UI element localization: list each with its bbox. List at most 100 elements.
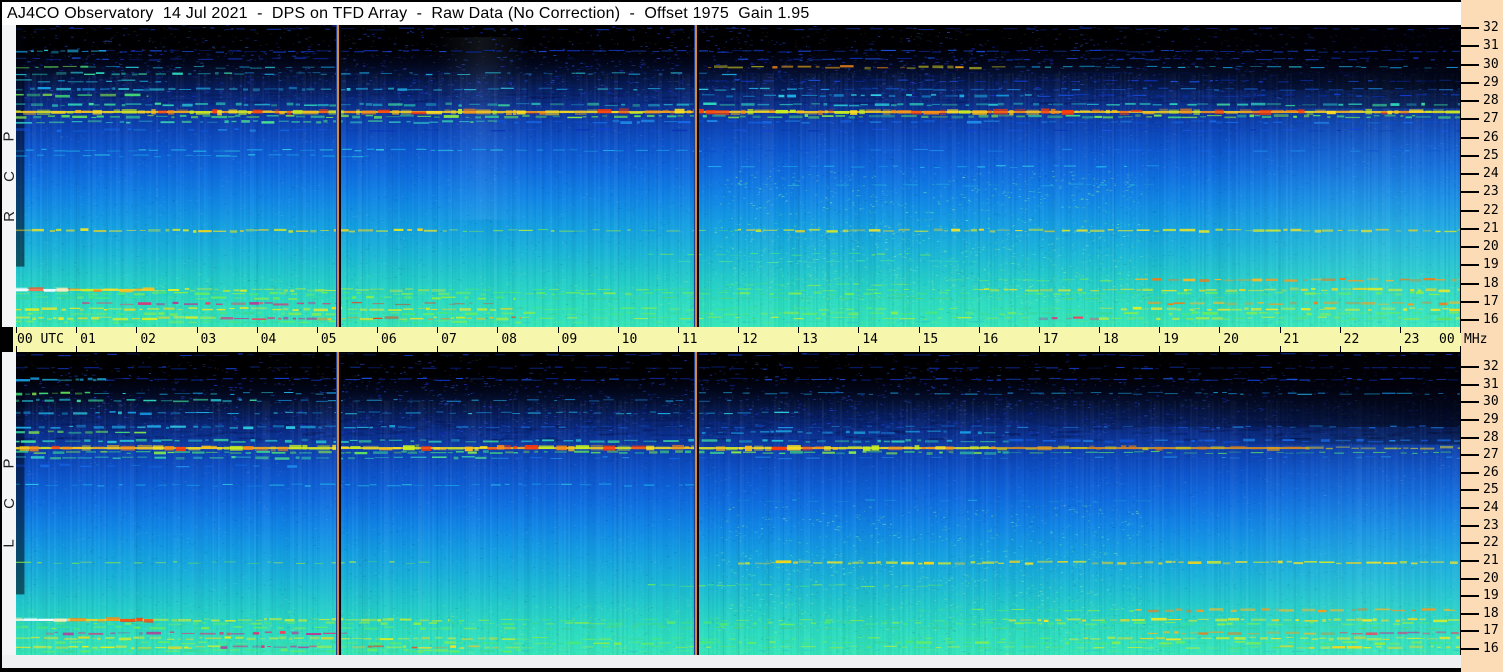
time-label: 06 [381,332,397,347]
time-tick [316,327,318,333]
freq-tick [1461,137,1479,139]
time-label: 04 [260,332,277,347]
freq-tick [1461,64,1479,66]
time-tick [798,327,800,333]
panel-label-letter: P [0,458,18,469]
time-label: 00 UTC [17,332,64,347]
panel-label-letter: C [0,170,18,182]
time-tick [377,327,378,333]
lcp-panel-label: P C L [0,352,18,655]
time-label: 20 [1223,332,1239,347]
time-tick [557,327,559,333]
time-tick [1099,327,1100,333]
time-tick [1279,327,1281,333]
freq-label: 17 [1483,623,1499,638]
time-label: 07 [441,332,457,347]
freq-tick [1461,595,1479,597]
time-tick [1339,327,1341,333]
freq-tick [1461,100,1479,102]
panel-label-letter: L [0,539,18,548]
freq-label: 23 [1483,518,1499,533]
time-label: 02 [140,332,156,347]
freq-label: 24 [1483,500,1499,515]
freq-label: 22 [1483,535,1499,550]
freq-tick [1461,82,1479,84]
time-label: 10 [621,332,638,347]
time-tick [256,327,258,333]
freq-tick [1461,173,1479,175]
freq-tick [1461,319,1479,321]
freq-label: 18 [1483,276,1499,291]
time-tick [497,327,499,333]
freq-tick [1461,118,1479,120]
freq-label: 28 [1483,430,1499,445]
freq-tick [1461,246,1479,248]
freq-tick [1461,45,1479,47]
time-label: 18 [1103,332,1119,347]
freq-label: 31 [1483,38,1499,53]
freq-tick [1461,27,1479,29]
freq-tick [1461,419,1479,421]
freq-label: 30 [1483,57,1499,72]
freq-tick [1461,578,1479,580]
time-label: 08 [501,332,517,347]
time-tick [136,327,138,333]
time-tick [437,327,439,333]
freq-tick [1461,210,1479,212]
time-axis: 00 UTC 01 02 03 04 05 06 07 08 09 10 11 12 13 14 15 16 17… [13,327,1461,352]
panel-label-letter: C [0,498,18,509]
time-label: 15 [922,332,939,347]
freq-label: 21 [1483,221,1499,236]
freq-tick [1461,155,1479,157]
freq-tick [1461,560,1479,562]
time-label: 00 [1439,332,1455,347]
rcp-spectrogram [16,25,1460,327]
freq-label: 22 [1483,203,1499,218]
freq-label: 20 [1483,239,1499,254]
freq-label: 25 [1483,148,1499,163]
time-label: 01 [80,332,96,347]
time-label: 03 [200,332,217,347]
freq-label: 32 [1483,359,1499,374]
time-label: 11 [681,332,698,347]
panel-label-letter: P [0,130,18,142]
time-tick [738,327,739,333]
freq-label: 21 [1483,553,1499,568]
freq-label: 16 [1483,312,1499,327]
freq-label: 24 [1483,166,1499,181]
freq-tick [1461,401,1479,403]
time-label: 12 [742,332,758,347]
freq-label: 25 [1483,482,1499,497]
bottom-margin [2,655,1461,668]
frequency-scale: MHz 32 31 30 29 28 27 26 25 24 23 22 21 20 19 18 17 16 32… [1461,0,1503,672]
time-label: 19 [1163,332,1179,347]
time-label: 22 [1343,332,1360,347]
time-tick [1159,327,1161,333]
panel-label-letter: R [0,210,18,222]
freq-tick [1461,264,1479,266]
spectrogram-viewer: AJ4CO Observatory 14 Jul 2021 - DPS on T… [0,0,1503,672]
freq-tick [1461,384,1479,386]
rcp-panel-label: P C R [0,25,18,327]
time-tick [978,327,980,333]
time-tick [677,327,679,333]
time-label: 09 [561,332,578,347]
freq-tick [1461,648,1479,650]
freq-label: 17 [1483,294,1499,309]
freq-tick [1461,613,1479,615]
time-tick [1399,327,1401,333]
freq-label: 26 [1483,465,1499,480]
mhz-unit-label: MHz [1464,332,1488,347]
lcp-spectrogram [16,352,1460,655]
time-label: 16 [982,332,999,347]
freq-label: 30 [1483,394,1499,409]
time-label: 17 [1042,332,1059,347]
freq-label: 23 [1483,184,1499,199]
freq-label: 27 [1483,111,1499,126]
freq-tick [1461,191,1479,193]
freq-label: 20 [1483,571,1499,586]
freq-label: 31 [1483,377,1499,392]
freq-tick [1461,542,1479,544]
freq-label: 32 [1483,20,1499,35]
freq-tick [1461,489,1479,491]
